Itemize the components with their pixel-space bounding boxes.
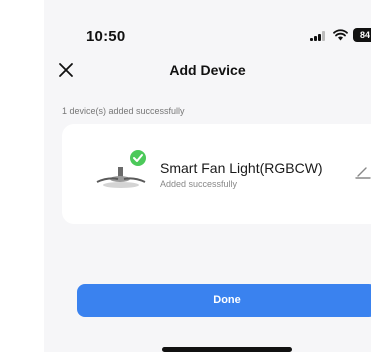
done-button[interactable]: Done — [77, 284, 371, 317]
wifi-icon — [333, 29, 348, 41]
status-bar: 10:50 84 — [44, 0, 371, 60]
battery-icon: 84 — [353, 28, 371, 42]
device-status: Added successfully — [160, 179, 238, 189]
fan-light-device-image — [96, 150, 146, 188]
phone-screen: 10:50 84 Add Device 1 device(s) added su… — [44, 0, 371, 352]
nav-bar: Add Device — [44, 52, 371, 88]
device-card[interactable]: Smart Fan Light(RGBCW) Added successfull… — [62, 124, 371, 224]
home-indicator — [162, 347, 292, 352]
edit-icon[interactable] — [354, 162, 371, 180]
signal-icon — [310, 31, 328, 41]
status-time: 10:50 — [86, 28, 126, 45]
success-caption: 1 device(s) added successfully — [62, 106, 185, 116]
page-title: Add Device — [169, 62, 246, 78]
device-name: Smart Fan Light(RGBCW) — [160, 160, 323, 176]
